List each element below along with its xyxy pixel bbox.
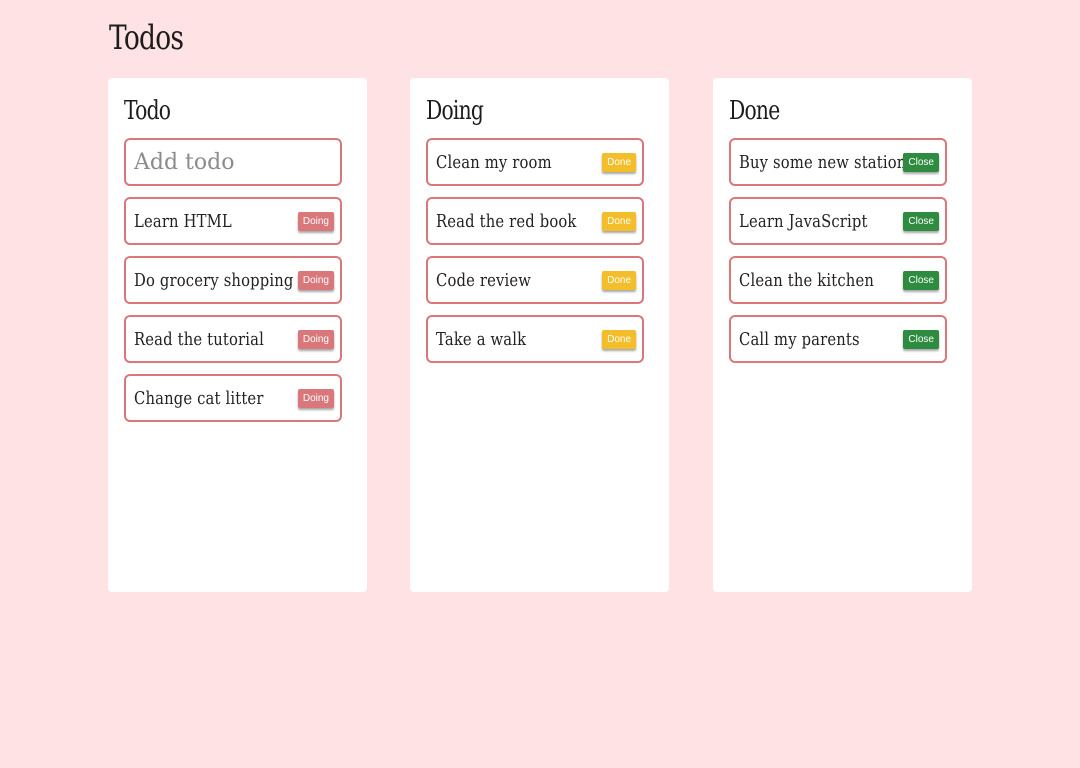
doing-card-text: Code review [436,270,532,291]
move-to-done-button[interactable]: Done [602,330,636,349]
done-card-text: Learn JavaScript [739,211,868,232]
move-to-doing-button[interactable]: Doing [297,212,334,231]
page-title: Todos [109,18,184,58]
doing-card: Clean my room Done [426,138,644,186]
move-to-doing-button[interactable]: Doing [297,271,334,290]
column-doing: Doing Clean my room Done Read the red bo… [410,78,669,592]
done-card: Clean the kitchen Close [729,256,947,304]
column-title-doing: Doing [426,96,484,126]
column-todo: Todo Learn HTML Doing Do grocery shoppin… [108,78,367,592]
column-title-done: Done [729,96,780,126]
doing-card-text: Take a walk [436,329,527,350]
todo-card: Do grocery shopping Doing [124,256,342,304]
done-card-text: Call my parents [739,329,860,350]
todo-card-text: Do grocery shopping [134,270,294,291]
column-done: Done Buy some new stationary Close Learn… [713,78,972,592]
todo-card: Learn HTML Doing [124,197,342,245]
move-to-done-button[interactable]: Done [602,153,636,172]
done-card-text: Buy some new stationary [739,152,932,173]
todo-card: Read the tutorial Doing [124,315,342,363]
done-card: Learn JavaScript Close [729,197,947,245]
doing-card-text: Read the red book [436,211,577,232]
done-card-text: Clean the kitchen [739,270,875,291]
move-to-done-button[interactable]: Done [602,271,636,290]
close-button[interactable]: Close [903,153,939,172]
close-button[interactable]: Close [903,271,939,290]
add-todo-input[interactable] [124,138,342,186]
doing-card-text: Clean my room [436,152,552,173]
todo-card-text: Change cat litter [134,388,264,409]
done-card: Call my parents Close [729,315,947,363]
move-to-doing-button[interactable]: Doing [297,389,334,408]
close-button[interactable]: Close [903,330,939,349]
close-button[interactable]: Close [903,212,939,231]
todo-card-text: Learn HTML [134,211,232,232]
doing-card: Code review Done [426,256,644,304]
todo-card-text: Read the tutorial [134,329,264,350]
todo-card: Change cat litter Doing [124,374,342,422]
doing-card: Take a walk Done [426,315,644,363]
done-card: Buy some new stationary Close [729,138,947,186]
move-to-doing-button[interactable]: Doing [297,330,334,349]
doing-card: Read the red book Done [426,197,644,245]
column-title-todo: Todo [124,96,171,126]
move-to-done-button[interactable]: Done [602,212,636,231]
